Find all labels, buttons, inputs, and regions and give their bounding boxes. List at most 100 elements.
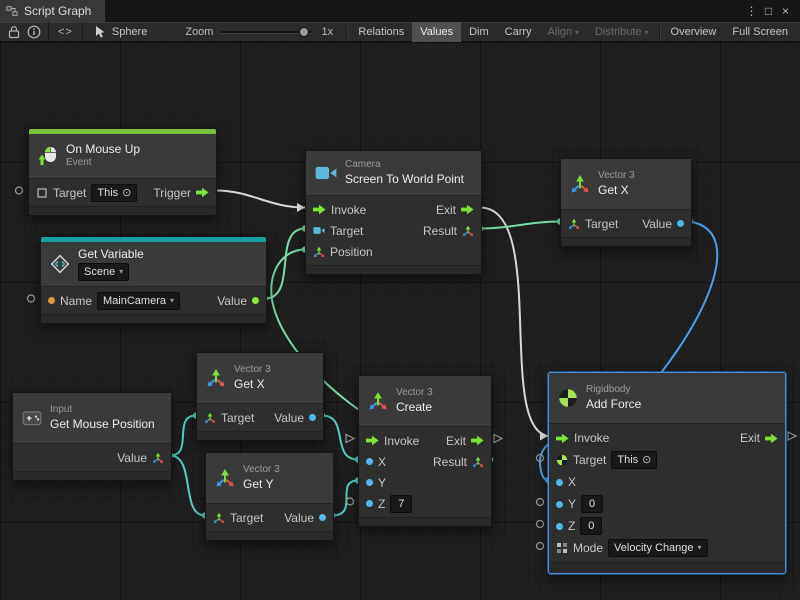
flow-arrow-icon[interactable] bbox=[196, 187, 209, 198]
lock-icon[interactable] bbox=[4, 22, 24, 42]
object-picker-icon[interactable]: ⊙ bbox=[122, 186, 131, 200]
node-header[interactable]: Rigidbody Add Force bbox=[549, 373, 785, 424]
code-icon[interactable]: <> bbox=[48, 22, 83, 42]
variable-scope-dropdown[interactable]: Scene▾ bbox=[78, 263, 129, 281]
full-screen-button[interactable]: Full Screen bbox=[724, 22, 796, 42]
float-port-icon[interactable] bbox=[556, 501, 563, 508]
carry-button[interactable]: Carry bbox=[497, 22, 540, 42]
node-get-variable[interactable]: Get Variable Scene▾ Name MainCamera▾ Val… bbox=[40, 236, 267, 324]
dim-button[interactable]: Dim bbox=[461, 22, 497, 42]
maximize-icon[interactable]: □ bbox=[760, 0, 777, 22]
input-device-icon bbox=[22, 408, 42, 428]
node-get-mouse-position[interactable]: Input Get Mouse Position Value bbox=[12, 392, 172, 481]
vector3-port-icon[interactable] bbox=[152, 452, 164, 464]
node-vector3-get-x-top[interactable]: Vector 3 Get X Target Value bbox=[560, 158, 692, 247]
graph-context-button[interactable]: Sphere bbox=[87, 22, 155, 42]
port-label-target: Target bbox=[221, 411, 254, 425]
node-header[interactable]: Vector 3 Get Y bbox=[206, 453, 333, 504]
float-port-icon[interactable] bbox=[556, 479, 563, 486]
value-port-icon[interactable] bbox=[252, 297, 259, 304]
vector3-port-icon[interactable] bbox=[313, 246, 325, 258]
flow-arrow-icon[interactable] bbox=[366, 435, 379, 446]
flow-arrow-icon[interactable] bbox=[765, 433, 778, 444]
node-vector3-get-x-mid[interactable]: Vector 3 Get X Target Value bbox=[196, 352, 324, 441]
variable-icon bbox=[50, 254, 70, 274]
port-row: Target Value bbox=[206, 507, 333, 528]
port-label-mode: Mode bbox=[573, 541, 603, 555]
context-object-label: Sphere bbox=[112, 26, 147, 38]
object-picker-icon[interactable]: ⊙ bbox=[642, 453, 651, 467]
info-icon[interactable] bbox=[24, 22, 44, 42]
zoom-slider-handle[interactable] bbox=[299, 27, 309, 37]
port-label-y: Y bbox=[568, 497, 576, 511]
float-port-icon[interactable] bbox=[309, 414, 316, 421]
string-port-icon[interactable] bbox=[48, 297, 55, 304]
node-on-mouse-up[interactable]: On Mouse Up Event Target This⊙ Trigger bbox=[28, 128, 217, 216]
node-header[interactable]: On Mouse Up Event bbox=[29, 134, 216, 179]
port-label-target: Target bbox=[230, 511, 263, 525]
vector3-port-icon[interactable] bbox=[568, 218, 580, 230]
vector3-port-icon[interactable] bbox=[462, 225, 474, 237]
node-title: On Mouse Up bbox=[66, 142, 140, 157]
enum-icon[interactable] bbox=[556, 542, 568, 554]
object-field-this[interactable]: This⊙ bbox=[91, 184, 137, 202]
close-icon[interactable]: × bbox=[777, 0, 794, 22]
vector3-port-icon[interactable] bbox=[213, 512, 225, 524]
port-label-value: Value bbox=[642, 217, 672, 231]
menu-icon[interactable]: ⋮ bbox=[743, 0, 760, 22]
node-title: Get X bbox=[598, 183, 635, 198]
vector3-icon bbox=[570, 174, 590, 194]
float-port-icon[interactable] bbox=[366, 479, 373, 486]
rigidbody-type-icon[interactable] bbox=[556, 454, 568, 466]
camera-type-icon[interactable] bbox=[313, 226, 325, 235]
zoom-slider[interactable] bbox=[221, 22, 313, 42]
y-input-field[interactable]: 0 bbox=[581, 495, 603, 513]
node-title: Add Force bbox=[586, 397, 641, 412]
z-input-field[interactable]: 0 bbox=[580, 517, 602, 535]
distribute-button[interactable]: Distribute▾ bbox=[587, 22, 656, 42]
node-header[interactable]: Vector 3 Create bbox=[359, 376, 491, 427]
flow-arrow-icon[interactable] bbox=[461, 204, 474, 215]
port-label-invoke: Invoke bbox=[574, 431, 609, 445]
object-field-this[interactable]: This⊙ bbox=[611, 451, 657, 469]
float-port-icon[interactable] bbox=[556, 523, 563, 530]
float-port-icon[interactable] bbox=[319, 514, 326, 521]
tab-script-graph[interactable]: Script Graph bbox=[0, 0, 105, 22]
port-row: X bbox=[549, 471, 785, 493]
relations-button[interactable]: Relations bbox=[350, 22, 412, 42]
float-port-icon[interactable] bbox=[677, 220, 684, 227]
mode-dropdown[interactable]: Velocity Change▾ bbox=[608, 539, 708, 557]
float-port-icon[interactable] bbox=[366, 458, 373, 465]
node-header[interactable]: Vector 3 Get X bbox=[561, 159, 691, 210]
float-port-icon[interactable] bbox=[366, 500, 373, 507]
node-vector3-get-y[interactable]: Vector 3 Get Y Target Value bbox=[205, 452, 334, 541]
gameobject-icon[interactable] bbox=[36, 187, 48, 199]
vector3-port-icon[interactable] bbox=[204, 412, 216, 424]
camera-icon bbox=[315, 165, 337, 181]
variable-name-dropdown[interactable]: MainCamera▾ bbox=[97, 292, 180, 310]
vector3-port-icon[interactable] bbox=[472, 456, 484, 468]
port-row: Value bbox=[13, 447, 171, 468]
node-vector3-create[interactable]: Vector 3 Create Invoke Exit X Result Y bbox=[358, 375, 492, 527]
align-button[interactable]: Align▾ bbox=[540, 22, 587, 42]
values-button[interactable]: Values bbox=[412, 22, 461, 42]
node-header[interactable]: Camera Screen To World Point bbox=[306, 151, 481, 196]
z-input-field[interactable]: 7 bbox=[390, 495, 412, 513]
node-screen-to-world-point[interactable]: Camera Screen To World Point Invoke Exit… bbox=[305, 150, 482, 275]
node-header[interactable]: Vector 3 Get X bbox=[197, 353, 323, 404]
flow-arrow-icon[interactable] bbox=[556, 433, 569, 444]
port-row: Target Value bbox=[561, 213, 691, 234]
flow-arrow-icon[interactable] bbox=[471, 435, 484, 446]
port-label-position: Position bbox=[330, 245, 373, 259]
port-row: Z 0 bbox=[549, 515, 785, 537]
port-row: Target Result bbox=[306, 220, 481, 241]
node-rigidbody-add-force[interactable]: Rigidbody Add Force Invoke Exit Target T… bbox=[548, 372, 786, 574]
node-title: Get Mouse Position bbox=[50, 417, 155, 432]
tab-title: Script Graph bbox=[24, 4, 91, 18]
overview-button[interactable]: Overview bbox=[663, 22, 725, 42]
mouse-up-icon bbox=[38, 146, 58, 166]
node-header[interactable]: Get Variable Scene▾ bbox=[41, 242, 266, 287]
node-header[interactable]: Input Get Mouse Position bbox=[13, 393, 171, 444]
flow-arrow-icon[interactable] bbox=[313, 204, 326, 215]
node-footer bbox=[359, 517, 491, 526]
